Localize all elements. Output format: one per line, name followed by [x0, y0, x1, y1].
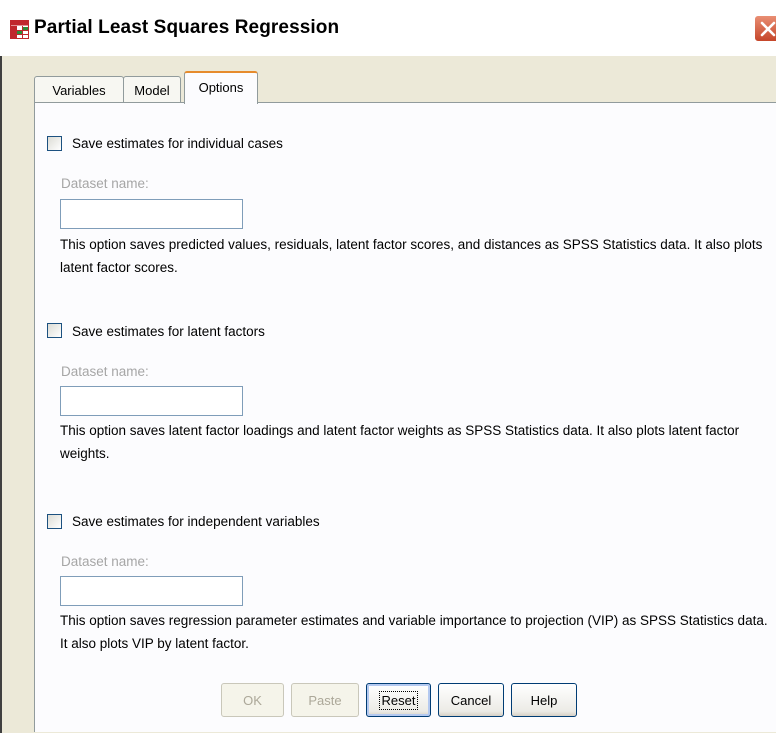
- save-independent-variables-label: Save estimates for independent variables: [72, 514, 320, 529]
- dataset-name-input-factors[interactable]: [60, 386, 243, 416]
- section-description: This option saves latent factor loadings…: [60, 423, 740, 461]
- cancel-button[interactable]: Cancel: [438, 683, 504, 717]
- dataset-name-input-cases[interactable]: [60, 199, 243, 229]
- dialog-window: Partial Least Squares Regression Variabl…: [0, 0, 776, 733]
- section-description: This option saves regression parameter e…: [60, 613, 768, 651]
- close-button[interactable]: [754, 15, 776, 42]
- close-icon: [760, 21, 776, 37]
- tab-variables[interactable]: Variables: [34, 76, 124, 103]
- help-button[interactable]: Help: [511, 683, 577, 717]
- dataset-name-input-independent[interactable]: [60, 576, 243, 606]
- save-individual-cases-checkbox[interactable]: [47, 136, 62, 151]
- save-independent-variables-checkbox[interactable]: [47, 514, 62, 529]
- window-border: [0, 56, 2, 733]
- reset-button-label: Reset: [378, 690, 419, 710]
- tab-options[interactable]: Options: [184, 71, 258, 104]
- tab-model[interactable]: Model: [123, 76, 181, 103]
- dataset-name-label: Dataset name:: [61, 176, 149, 191]
- section-description: This option saves predicted values, resi…: [60, 237, 763, 275]
- dataset-name-label: Dataset name:: [61, 554, 149, 569]
- window-title: Partial Least Squares Regression: [34, 17, 340, 38]
- reset-button[interactable]: Reset: [366, 683, 431, 717]
- save-individual-cases-label: Save estimates for individual cases: [72, 136, 283, 151]
- spss-table-icon: [10, 20, 29, 39]
- title-bar[interactable]: Partial Least Squares Regression: [0, 0, 776, 56]
- dataset-name-label: Dataset name:: [61, 364, 149, 379]
- paste-button[interactable]: Paste: [291, 683, 359, 717]
- ok-button[interactable]: OK: [221, 683, 284, 717]
- save-latent-factors-checkbox[interactable]: [47, 323, 62, 338]
- save-latent-factors-label: Save estimates for latent factors: [72, 324, 265, 339]
